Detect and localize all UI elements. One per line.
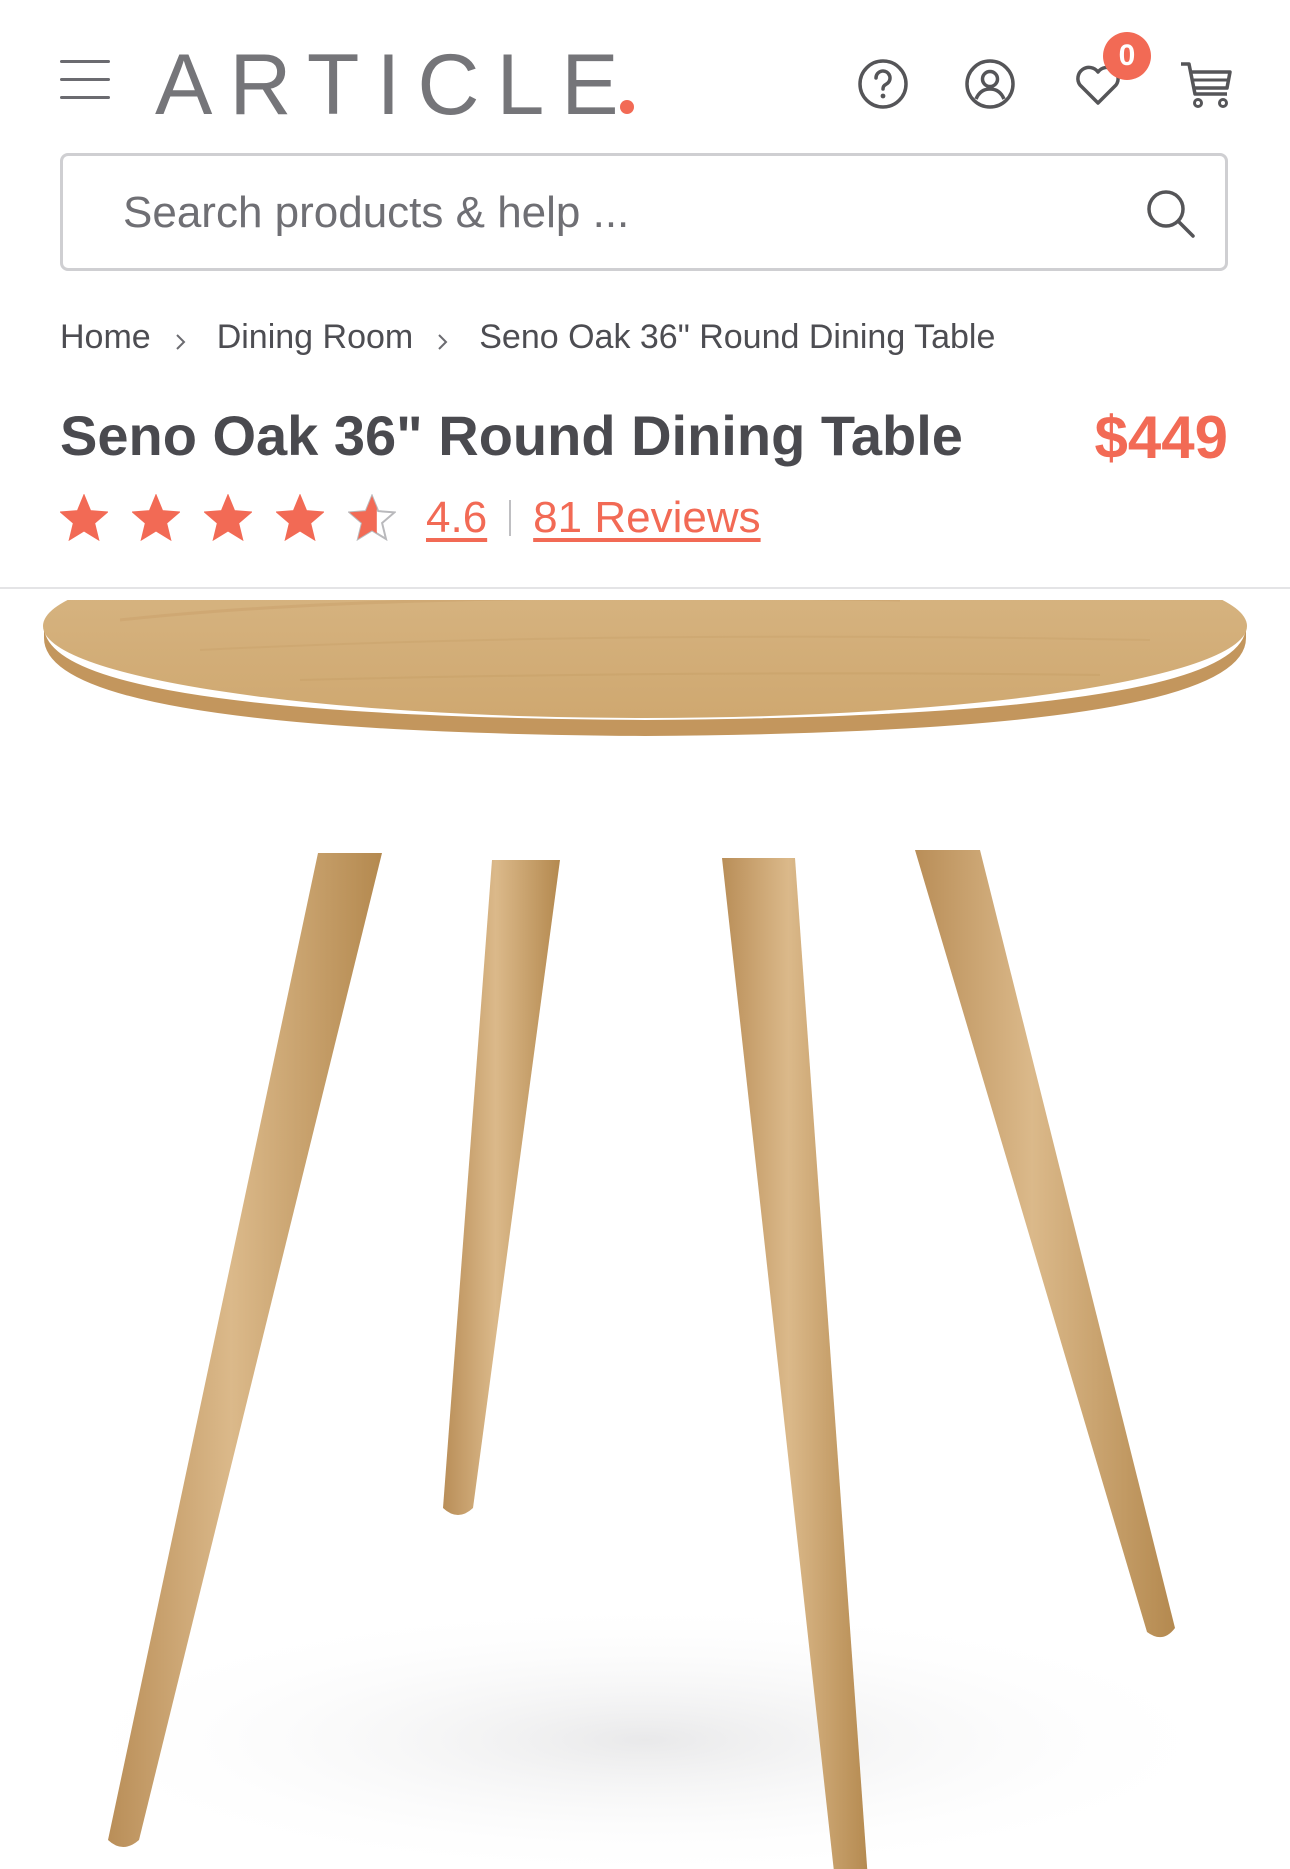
product-image[interactable] <box>0 600 1290 1869</box>
search-bar <box>60 153 1228 271</box>
help-icon[interactable] <box>855 56 911 112</box>
breadcrumb: Home Dining Room Seno Oak 36" Round Dini… <box>60 312 995 362</box>
rating-value-link[interactable]: 4.6 <box>426 493 487 543</box>
product-price: $449 <box>1094 404 1228 471</box>
chevron-right-icon <box>175 334 186 350</box>
search-icon[interactable] <box>1143 186 1199 242</box>
product-title: Seno Oak 36" Round Dining Table <box>60 404 963 467</box>
rating-divider <box>509 500 512 536</box>
site-header: ARTICLE 0 <box>0 0 1290 150</box>
star-icon <box>348 494 396 542</box>
reviews-link[interactable]: 81 Reviews <box>533 493 760 543</box>
cart-icon[interactable] <box>1178 56 1234 112</box>
logo[interactable]: ARTICLE <box>155 40 636 130</box>
chevron-right-icon <box>438 334 448 350</box>
breadcrumb-home[interactable]: Home <box>60 318 151 357</box>
star-icon <box>132 494 180 542</box>
product-rating: 4.6 81 Reviews <box>60 488 761 548</box>
product-page: ARTICLE 0 Search products & help ... Hom… <box>0 0 1290 1869</box>
star-icon <box>204 494 252 542</box>
breadcrumb-current: Seno Oak 36" Round Dining Table <box>479 317 996 356</box>
menu-icon[interactable] <box>60 58 110 100</box>
section-divider <box>0 587 1290 589</box>
star-icon <box>60 494 108 542</box>
logo-dot <box>620 100 634 114</box>
rating-stars[interactable] <box>60 494 420 542</box>
search-input[interactable] <box>123 178 1023 248</box>
account-icon[interactable] <box>962 56 1018 112</box>
breadcrumb-dining-room[interactable]: Dining Room <box>217 318 414 357</box>
star-icon <box>276 494 324 542</box>
wishlist-count-badge: 0 <box>1103 32 1151 80</box>
